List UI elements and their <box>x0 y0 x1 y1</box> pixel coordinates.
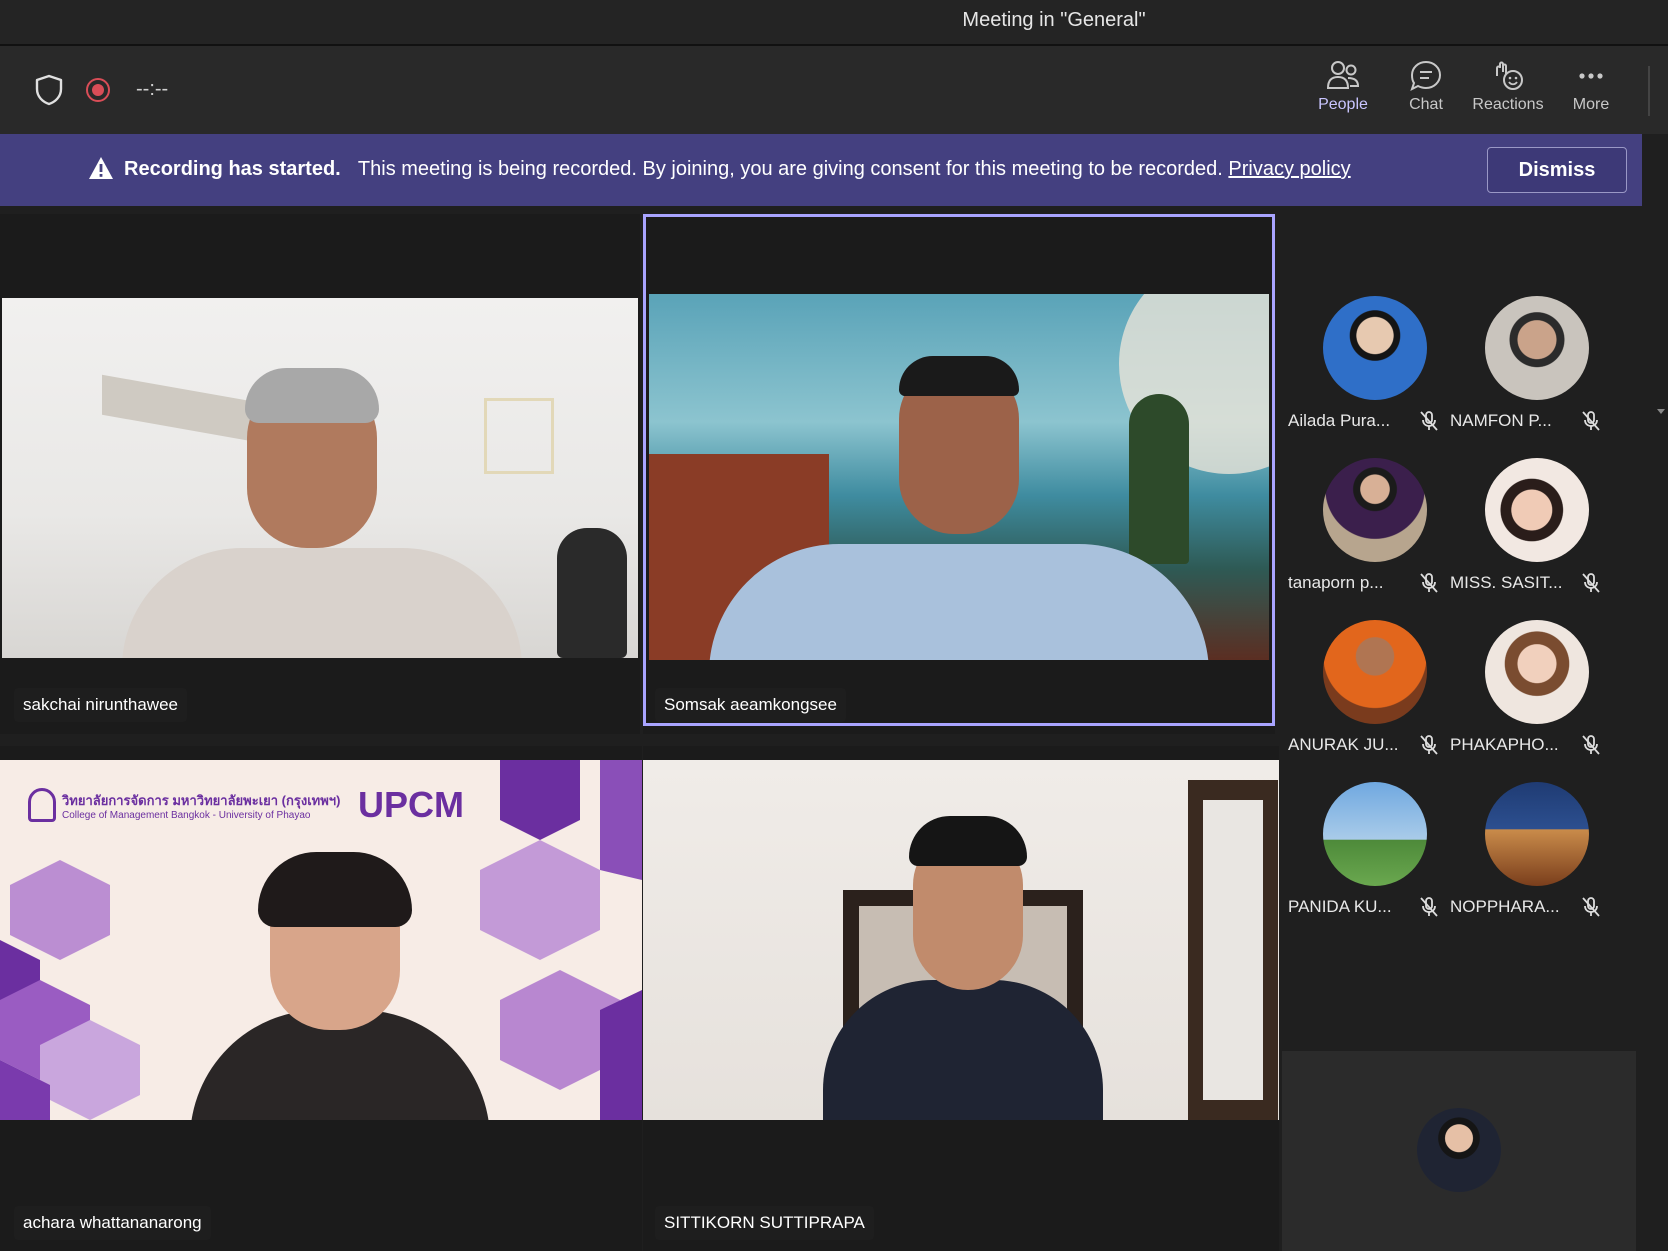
participant-name: PHAKAPHO... <box>1450 735 1559 754</box>
participant-name: tanaporn p... <box>1288 573 1384 592</box>
more-button[interactable]: More <box>1551 60 1631 114</box>
avatar <box>1323 782 1427 886</box>
participant-item[interactable]: Ailada Pura... <box>1288 296 1448 456</box>
toolbar-divider <box>1648 66 1650 116</box>
participant-name: NAMFON P... <box>1450 411 1552 430</box>
scroll-down-icon[interactable] <box>1656 406 1666 416</box>
video-feed <box>2 298 638 658</box>
person-hair <box>909 816 1027 866</box>
participant-name: PANIDA KU... <box>1288 897 1392 916</box>
mic-muted-icon <box>1420 411 1438 431</box>
mic-muted-icon <box>1582 573 1600 593</box>
more-label: More <box>1572 96 1610 113</box>
people-button[interactable]: People <box>1303 60 1383 144</box>
recording-heading: Recording has started. <box>124 158 341 180</box>
recording-message: Recording has started. This meeting is b… <box>124 158 1351 181</box>
people-icon <box>1326 61 1360 89</box>
participant-item[interactable]: PANIDA KU... <box>1288 782 1448 942</box>
reactions-button[interactable]: Reactions <box>1468 60 1548 114</box>
college-logo <box>28 788 56 822</box>
self-avatar <box>1417 1108 1501 1192</box>
avatar <box>1485 296 1589 400</box>
wall-shelf <box>102 374 252 442</box>
mic-muted-icon <box>1582 411 1600 431</box>
participant-name: MISS. SASIT... <box>1450 573 1563 592</box>
participant-item[interactable]: tanaporn p... <box>1288 458 1448 618</box>
slide-english-title: College of Management Bangkok - Universi… <box>62 810 311 821</box>
self-view-tile[interactable] <box>1282 1051 1636 1251</box>
meeting-stage: sakchai nirunthawee Somsak aeamkongsee ว… <box>0 206 1668 1251</box>
meeting-timer: --:-- <box>136 78 169 100</box>
recording-text: This meeting is being recorded. By joini… <box>357 158 1223 180</box>
participant-item[interactable]: MISS. SASIT... <box>1450 458 1610 618</box>
participant-name: Ailada Pura... <box>1288 411 1391 430</box>
participant-roster: Ailada Pura... NAMFON P... tanaporn p...… <box>1288 296 1638 996</box>
participant-item[interactable]: NOPPHARA... <box>1450 782 1610 942</box>
participant-item[interactable]: ANURAK JU... <box>1288 620 1448 780</box>
slide-thai-title: วิทยาลัยการจัดการ มหาวิทยาลัยพะเยา (กรุง… <box>62 793 341 808</box>
participant-name: ANURAK JU... <box>1288 735 1399 754</box>
avatar <box>1323 620 1427 724</box>
participant-item[interactable]: PHAKAPHO... <box>1450 620 1610 780</box>
window-pane <box>1203 800 1263 1100</box>
recording-indicator-icon <box>86 78 110 102</box>
chat-button[interactable]: Chat <box>1386 60 1466 114</box>
more-icon <box>1579 73 1603 79</box>
video-tile[interactable]: วิทยาลัยการจัดการ มหาวิทยาลัยพะเยา (กรุง… <box>0 746 642 1251</box>
video-feed: วิทยาลัยการจัดการ มหาวิทยาลัยพะเยา (กรุง… <box>0 760 642 1120</box>
reactions-label: Reactions <box>1472 96 1544 113</box>
avatar <box>1485 782 1589 886</box>
participant-name: achara whattananarong <box>14 1206 211 1240</box>
mic-muted-icon <box>1582 735 1600 755</box>
mic-muted-icon <box>1420 735 1438 755</box>
participant-item[interactable]: NAMFON P... <box>1450 296 1610 456</box>
wall-frame <box>484 398 554 474</box>
privacy-policy-link[interactable]: Privacy policy <box>1228 158 1350 180</box>
participant-name: SITTIKORN SUTTIPRAPA <box>655 1206 874 1240</box>
video-feed <box>643 760 1279 1120</box>
mic-muted-icon <box>1420 573 1438 593</box>
shield-icon[interactable] <box>34 74 64 106</box>
participant-name: sakchai nirunthawee <box>14 688 187 722</box>
mic-muted-icon <box>1582 897 1600 917</box>
meeting-toolbar: --:-- People Chat Reactions More <box>0 46 1668 144</box>
recording-banner: Recording has started. This meeting is b… <box>0 134 1642 206</box>
avatar <box>1323 458 1427 562</box>
chat-label: Chat <box>1409 96 1443 113</box>
active-speaker-border <box>643 214 1275 726</box>
video-tile[interactable]: Somsak aeamkongsee <box>643 214 1275 734</box>
slide-brand: UPCM <box>358 784 464 825</box>
title-bar: Meeting in "General" <box>0 0 1668 46</box>
window-title: Meeting in "General" <box>962 9 1146 31</box>
person-body <box>122 548 522 658</box>
video-tile[interactable]: SITTIKORN SUTTIPRAPA <box>643 746 1279 1251</box>
participant-name: NOPPHARA... <box>1450 897 1560 916</box>
person-hair <box>258 852 412 927</box>
avatar <box>1485 620 1589 724</box>
people-label: People <box>1318 96 1368 113</box>
avatar <box>1323 296 1427 400</box>
dismiss-button[interactable]: Dismiss <box>1487 147 1627 193</box>
statue <box>557 528 627 658</box>
person-hair <box>245 368 379 423</box>
video-tile[interactable]: sakchai nirunthawee <box>0 214 640 734</box>
mic-muted-icon <box>1420 897 1438 917</box>
avatar <box>1485 458 1589 562</box>
warning-icon <box>89 157 113 179</box>
chat-icon <box>1410 60 1442 91</box>
reactions-icon <box>1496 61 1523 90</box>
